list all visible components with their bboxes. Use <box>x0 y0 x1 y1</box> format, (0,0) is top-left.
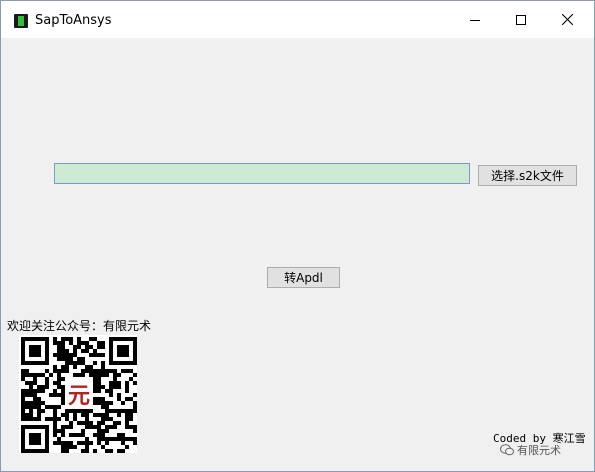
svg-text:元: 元 <box>68 383 90 409</box>
title-bar[interactable]: SapToAnsys <box>1 1 594 38</box>
app-icon <box>14 14 28 28</box>
qr-code: 元 <box>19 335 137 453</box>
qr-caption: 欢迎关注公众号：有限元术 <box>7 319 152 333</box>
browse-s2k-button[interactable]: 选择.s2k文件 <box>478 165 577 186</box>
convert-apdl-button[interactable]: 转Apdl <box>267 267 340 288</box>
app-window: SapToAnsys 选择.s2k文件 转Apdl 欢迎关注公众号：有限元术 元… <box>0 0 595 472</box>
window-title: SapToAnsys <box>35 13 112 28</box>
maximize-icon <box>516 14 526 25</box>
watermark-text: 有限元术 <box>517 444 561 457</box>
minimize-icon <box>470 19 480 21</box>
file-path-input[interactable] <box>54 163 470 184</box>
minimize-button[interactable] <box>452 1 498 38</box>
wechat-icon <box>500 444 514 456</box>
qr-code-image: 元 <box>21 337 137 453</box>
close-button[interactable] <box>544 1 590 38</box>
maximize-button[interactable] <box>498 1 544 38</box>
watermark: 有限元术 <box>500 442 561 458</box>
main-panel: 选择.s2k文件 转Apdl 欢迎关注公众号：有限元术 元 Coded by 寒… <box>1 38 594 471</box>
close-icon <box>561 14 573 25</box>
